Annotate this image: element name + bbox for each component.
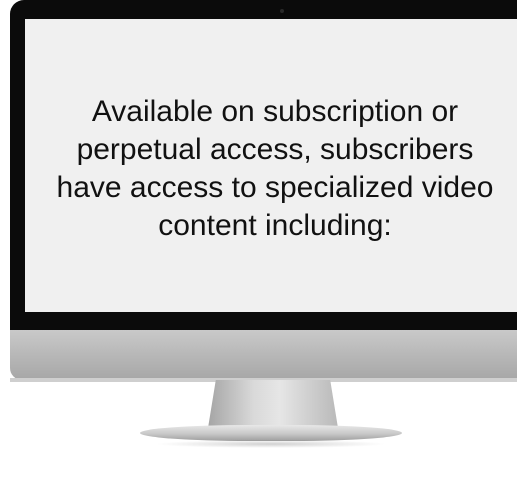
monitor-illustration: Available on subscription or perpetual a…: [0, 0, 517, 482]
camera-icon: [280, 9, 284, 13]
monitor-stand-base: [140, 425, 402, 441]
screen-message: Available on subscription or perpetual a…: [56, 94, 494, 242]
monitor-chin: [10, 330, 517, 380]
monitor-stand-neck: [208, 380, 338, 428]
monitor-screen: Available on subscription or perpetual a…: [25, 19, 517, 312]
stand-shadow: [155, 440, 387, 448]
